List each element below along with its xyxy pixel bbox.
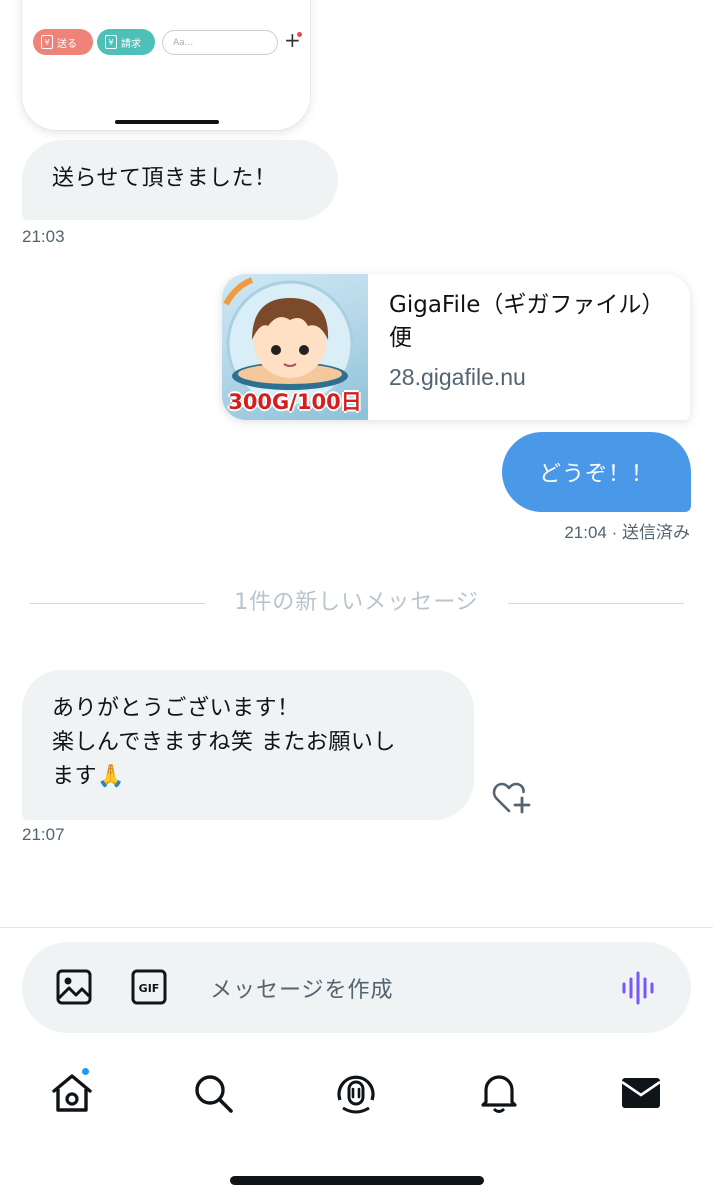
- yen-icon: ¥: [41, 35, 53, 49]
- search-icon[interactable]: [190, 1070, 236, 1116]
- notification-dot: [297, 32, 302, 37]
- send-label: 送る: [57, 38, 77, 50]
- embedded-input: Aa...: [162, 30, 278, 55]
- link-title: GigaFile（ギガファイル）便: [389, 292, 665, 351]
- gif-icon[interactable]: GIF: [130, 968, 168, 1006]
- image-icon[interactable]: [55, 968, 93, 1006]
- divider-line-right: [508, 603, 684, 604]
- incoming-message-bubble[interactable]: 送らせて頂きました！: [22, 140, 338, 220]
- voice-message-icon[interactable]: [620, 970, 658, 1006]
- message-timestamp-status: 21:04 · 送信済み: [564, 523, 690, 542]
- link-domain: 28.gigafile.nu: [389, 364, 526, 390]
- outgoing-message-bubble[interactable]: どうぞ！！: [502, 432, 691, 512]
- message-line: ありがとうございます！: [52, 696, 300, 721]
- new-messages-divider: 1件の新しいメッセージ: [234, 590, 479, 615]
- embedded-home-indicator: [115, 120, 219, 124]
- link-thumbnail: 300G/100日: [222, 274, 368, 420]
- home-indicator: [230, 1176, 484, 1185]
- message-timestamp: 21:07: [22, 825, 65, 844]
- incoming-message-bubble[interactable]: ありがとうございます！ 楽しんできますね笑 またお願いし ます🙏: [22, 670, 474, 820]
- message-composer[interactable]: GIF メッセージを作成: [22, 942, 691, 1033]
- message-text: どうぞ！！: [538, 462, 654, 487]
- request-label: 請求: [121, 38, 141, 50]
- thumbnail-caption: 300G/100日: [228, 390, 362, 414]
- composer-divider: [0, 927, 713, 928]
- link-preview-card[interactable]: 300G/100日 GigaFile（ギガファイル）便 28.gigafile.…: [222, 274, 690, 420]
- react-heart-icon[interactable]: [492, 780, 532, 816]
- request-money-pill: ¥ 請求: [97, 29, 155, 55]
- gif-label: GIF: [139, 982, 160, 995]
- message-input[interactable]: メッセージを作成: [210, 972, 394, 1004]
- spaces-icon[interactable]: [333, 1070, 379, 1116]
- divider-line-left: [30, 603, 205, 604]
- message-line: 楽しんできますね笑 またお願いし: [52, 730, 396, 755]
- home-icon[interactable]: [49, 1070, 95, 1116]
- bell-icon[interactable]: [476, 1070, 522, 1116]
- shared-screenshot-image[interactable]: ¥ 送る ¥ 請求 Aa... +: [22, 0, 310, 130]
- home-notification-dot: [80, 1066, 91, 1077]
- message-line: ます🙏: [52, 764, 125, 789]
- send-money-pill: ¥ 送る: [33, 29, 93, 55]
- message-timestamp: 21:03: [22, 227, 65, 246]
- mail-icon[interactable]: [618, 1070, 664, 1116]
- yen-icon: ¥: [105, 35, 117, 49]
- message-text: 送らせて頂きました！: [52, 166, 277, 191]
